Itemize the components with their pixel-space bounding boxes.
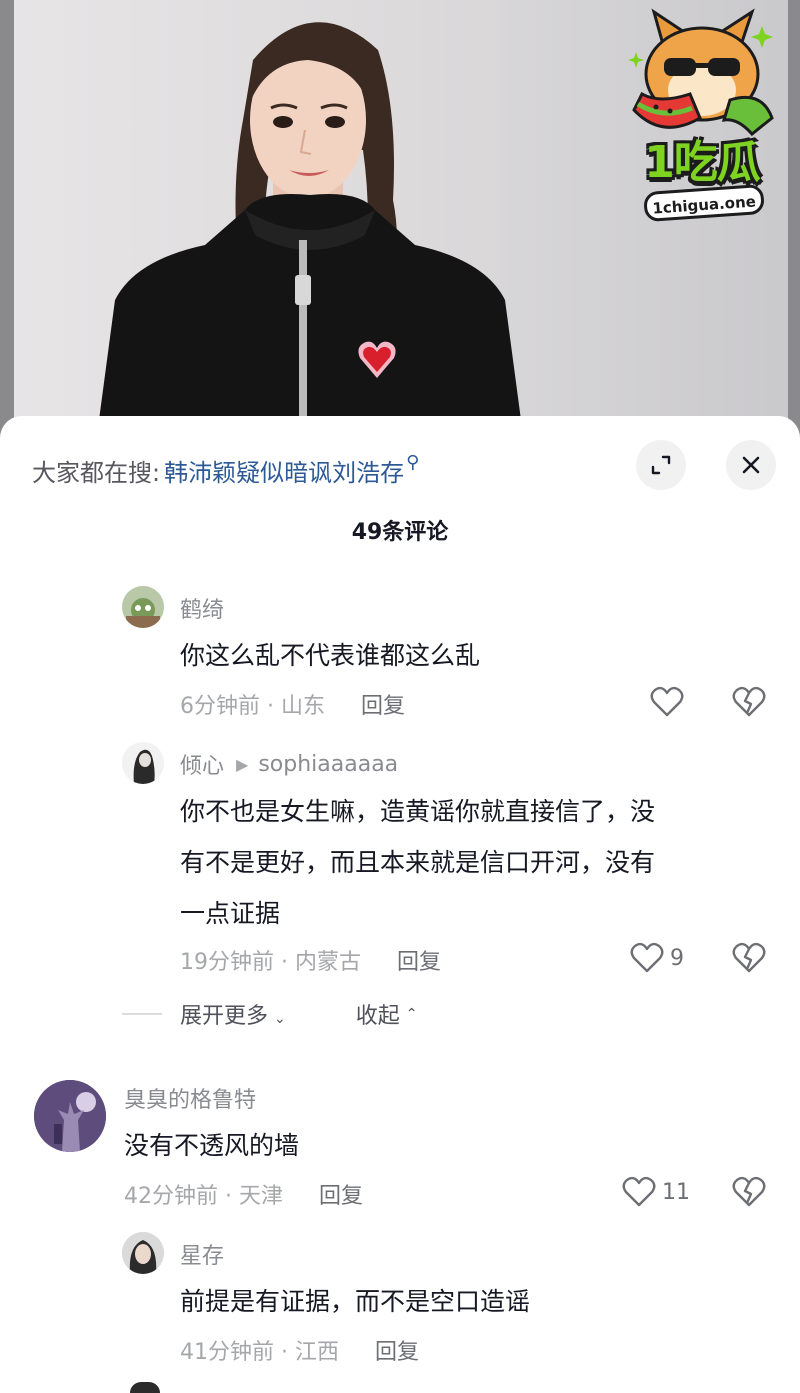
next-avatar-partial bbox=[130, 1382, 160, 1393]
collapse-button[interactable]: 收起 ⌃ bbox=[356, 998, 418, 1030]
logo-wordmark: 1吃瓜 bbox=[644, 137, 761, 188]
chevron-up-icon: ⌃ bbox=[405, 1006, 418, 1022]
like-button[interactable]: 11 bbox=[622, 1176, 690, 1208]
comment-text-line: 你不也是女生嘛，造黄谣你就直接信了，没 bbox=[180, 797, 656, 826]
dislike-button[interactable] bbox=[732, 1176, 766, 1212]
heart-icon bbox=[622, 1176, 656, 1207]
avatar[interactable] bbox=[122, 586, 164, 628]
person-jacket bbox=[96, 194, 524, 440]
chevron-down-icon: ⌄ bbox=[274, 1011, 286, 1027]
thread-divider bbox=[122, 1013, 162, 1015]
brand-logo: 1吃瓜 1chigua.one bbox=[612, 8, 792, 228]
video-person bbox=[95, 0, 525, 440]
thread-controls: 展开更多 ⌄ 收起 ⌃ bbox=[122, 996, 418, 1032]
avatar[interactable] bbox=[122, 1232, 164, 1274]
expand-button[interactable] bbox=[636, 440, 686, 490]
comment-count: 49条评论 bbox=[351, 520, 449, 545]
comment-author[interactable]: 鹤绮 bbox=[180, 592, 224, 624]
avatar-image bbox=[122, 1232, 164, 1274]
like-count: 9 bbox=[670, 945, 684, 971]
search-icon: ⚲ bbox=[406, 451, 420, 473]
reply-button[interactable]: 回复 bbox=[375, 1334, 419, 1366]
expand-icon bbox=[651, 455, 671, 475]
comment-author-row: 倾心 ▶ sophiaaaaaa bbox=[180, 748, 398, 780]
comment-time-location: 19分钟前 · 内蒙古 bbox=[180, 950, 361, 975]
broken-heart-icon bbox=[732, 1176, 766, 1207]
comment-meta: 6分钟前 · 山东 回复 bbox=[180, 688, 405, 720]
person-face bbox=[250, 38, 367, 198]
avatar[interactable] bbox=[122, 742, 164, 784]
comment-text-line: 有不是更好，而且本来就是信口开河，没有 bbox=[180, 848, 656, 877]
comment-sheet: 大家都在搜: 韩沛颖疑似暗讽刘浩存 ⚲ 49条评论 鹤绮 你这么乱不代表谁都这么… bbox=[0, 416, 800, 1393]
dislike-button[interactable] bbox=[732, 942, 766, 978]
comment-time-location: 41分钟前 · 江西 bbox=[180, 1340, 339, 1365]
avatar-image bbox=[122, 586, 164, 628]
heart-icon bbox=[650, 686, 684, 717]
trending-search[interactable]: 大家都在搜: 韩沛颖疑似暗讽刘浩存 ⚲ bbox=[32, 450, 419, 490]
reply-button[interactable]: 回复 bbox=[361, 688, 405, 720]
avatar[interactable] bbox=[34, 1080, 106, 1152]
close-icon bbox=[742, 456, 760, 474]
hamster-mascot-icon bbox=[628, 8, 774, 137]
comment-text-line: 一点证据 bbox=[180, 899, 281, 928]
broken-heart-icon bbox=[732, 942, 766, 973]
collapse-label: 收起 bbox=[355, 1004, 400, 1029]
avatar-image bbox=[34, 1080, 106, 1152]
heart-icon bbox=[630, 942, 664, 973]
comment-author[interactable]: 倾心 bbox=[180, 748, 224, 780]
reply-to-user[interactable]: sophiaaaaaa bbox=[258, 752, 398, 777]
like-button[interactable] bbox=[650, 686, 684, 718]
comment-text: 你这么乱不代表谁都这么乱 bbox=[180, 641, 481, 670]
heart-badge bbox=[358, 341, 396, 378]
comment-time-location: 42分钟前 · 天津 bbox=[124, 1184, 283, 1209]
trending-search-term[interactable]: 韩沛颖疑似暗讽刘浩存 bbox=[164, 453, 404, 488]
comment-text: 前提是有证据，而不是空口造谣 bbox=[180, 1287, 531, 1316]
comment-author[interactable]: 臭臭的格鲁特 bbox=[124, 1082, 256, 1114]
video-edge-left bbox=[0, 0, 14, 440]
reply-button[interactable]: 回复 bbox=[397, 944, 441, 976]
comment-meta: 41分钟前 · 江西 回复 bbox=[180, 1334, 419, 1366]
comment-meta: 42分钟前 · 天津 回复 bbox=[124, 1178, 363, 1210]
dislike-button[interactable] bbox=[732, 686, 766, 722]
expand-more-button[interactable]: 展开更多 ⌄ bbox=[180, 998, 286, 1030]
broken-heart-icon bbox=[732, 686, 766, 717]
like-count: 11 bbox=[662, 1179, 690, 1205]
comment-text: 没有不透风的墙 bbox=[124, 1131, 300, 1160]
close-button[interactable] bbox=[726, 440, 776, 490]
avatar-image bbox=[122, 742, 164, 784]
reply-button[interactable]: 回复 bbox=[319, 1178, 363, 1210]
video-frame[interactable]: 1吃瓜 1chigua.one bbox=[0, 0, 800, 440]
reply-arrow-icon: ▶ bbox=[236, 754, 249, 774]
comment-time-location: 6分钟前 · 山东 bbox=[180, 694, 325, 719]
expand-more-label: 展开更多 bbox=[180, 1004, 269, 1029]
like-button[interactable]: 9 bbox=[630, 942, 684, 974]
comment-meta: 19分钟前 · 内蒙古 回复 bbox=[180, 944, 441, 976]
trending-search-prefix: 大家都在搜: bbox=[32, 458, 161, 487]
comment-author[interactable]: 星存 bbox=[180, 1238, 224, 1270]
